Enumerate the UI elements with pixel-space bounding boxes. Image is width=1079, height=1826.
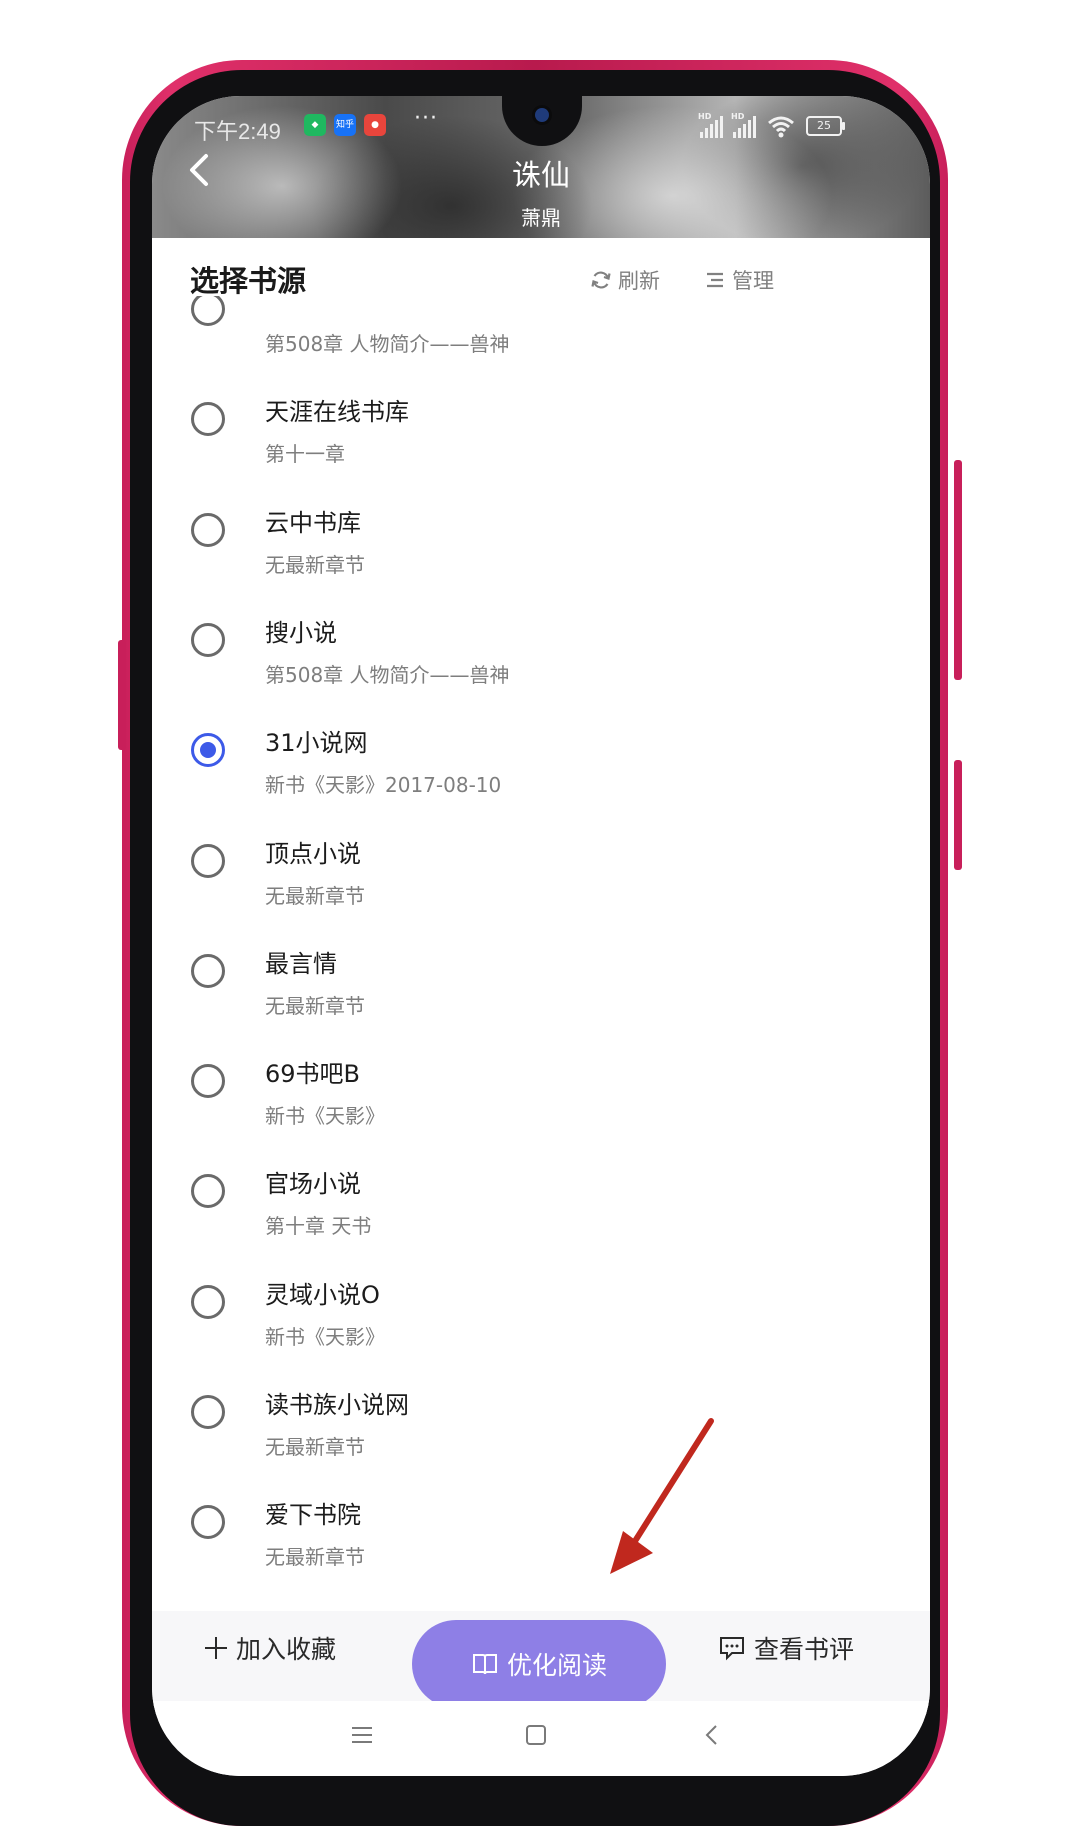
radio-unselected[interactable] — [191, 843, 225, 878]
source-name: 爱下书院 — [265, 1501, 361, 1530]
source-row[interactable]: 爱下书院 无最新章节 — [152, 1447, 930, 1569]
source-name: 读书族小说网 — [265, 1391, 409, 1419]
system-nav-bar — [152, 1701, 930, 1776]
nav-back-icon[interactable] — [700, 1723, 724, 1747]
source-latest-chapter: 无最新章节 — [265, 1545, 365, 1570]
signal-icon: HD — [731, 112, 756, 138]
source-list: 第508章 人物简介——兽神 天涯在线书库 第十一章 云中书库 无最新章节 搜小说 第508… — [152, 296, 930, 1606]
source-name: 31小说网 — [265, 729, 368, 758]
menu-icon[interactable] — [350, 1723, 374, 1747]
radio-unselected[interactable] — [191, 1284, 225, 1319]
source-name: 69书吧B — [265, 1060, 361, 1089]
radio-unselected[interactable] — [191, 1064, 225, 1099]
source-name: 灵域小说O — [265, 1280, 380, 1309]
book-header: 下午2:49 ◆ 知乎 ● ··· HD HD 25 诛仙 萧鼎 — [152, 96, 930, 238]
radio-unselected[interactable] — [191, 1174, 225, 1209]
refresh-label: 刷新 — [618, 269, 660, 293]
radio-unselected[interactable] — [191, 1395, 225, 1429]
source-row[interactable]: 云中书库 无最新章节 — [152, 455, 930, 577]
source-name: 天涯在线书库 — [265, 398, 409, 427]
source-row[interactable]: 搜小说 第508章 人物简介——兽神 — [152, 565, 930, 687]
manage-button[interactable]: 管理 — [704, 265, 774, 295]
source-row[interactable]: 读书族小说网 无最新章节 — [152, 1337, 930, 1459]
source-row[interactable]: 第508章 人物简介——兽神 — [152, 296, 930, 356]
book-author: 萧鼎 — [521, 206, 561, 230]
plus-icon — [205, 1637, 227, 1659]
optimized-read-label: 优化阅读 — [506, 1651, 607, 1680]
refresh-button[interactable]: 刷新 — [590, 265, 660, 295]
view-reviews-label: 查看书评 — [754, 1635, 855, 1664]
zhihu-app-icon: 知乎 — [334, 114, 356, 136]
red-app-icon: ● — [364, 114, 386, 136]
status-right: HD HD 25 — [698, 110, 845, 138]
panel-title: 选择书源 — [190, 264, 307, 298]
manage-label: 管理 — [732, 269, 774, 293]
radio-selected[interactable] — [191, 733, 225, 768]
wifi-icon — [768, 116, 794, 138]
status-time: 下午2:49 — [194, 119, 281, 144]
add-favorite-button[interactable]: 加入收藏 — [202, 1630, 336, 1666]
source-row[interactable]: 天涯在线书库 第十一章 — [152, 344, 930, 466]
power-button — [954, 760, 962, 870]
source-name: 最言情 — [265, 949, 337, 978]
add-favorite-label: 加入收藏 — [236, 1635, 337, 1664]
source-name: 顶点小说 — [265, 839, 361, 868]
radio-unselected[interactable] — [191, 622, 225, 657]
source-row[interactable]: 31小说网 新书《天影》2017-08-10 — [152, 675, 930, 797]
radio-unselected[interactable] — [191, 402, 225, 437]
refresh-icon — [591, 271, 611, 289]
radio-unselected[interactable] — [191, 512, 225, 547]
source-row[interactable]: 顶点小说 无最新章节 — [152, 786, 930, 908]
more-notifications-icon: ··· — [414, 106, 438, 131]
battery-icon: 25 — [806, 116, 845, 136]
phone-screen: 下午2:49 ◆ 知乎 ● ··· HD HD 25 诛仙 萧鼎 选择书源 刷新… — [152, 96, 930, 1776]
green-shield-icon: ◆ — [304, 114, 326, 136]
signal-icon: HD — [698, 112, 723, 138]
source-row[interactable]: 69书吧B 新书《天影》 — [152, 1006, 930, 1128]
home-icon[interactable] — [524, 1723, 548, 1747]
front-camera — [535, 108, 549, 122]
radio-unselected[interactable] — [191, 953, 225, 988]
source-row[interactable]: 灵域小说O 新书《天影》 — [152, 1227, 930, 1349]
source-name: 官场小说 — [265, 1170, 361, 1199]
source-name: 搜小说 — [265, 618, 337, 647]
side-button — [954, 460, 962, 680]
comment-icon — [720, 1637, 744, 1661]
source-name: 云中书库 — [265, 508, 361, 537]
optimized-read-button[interactable]: 优化阅读 — [412, 1620, 666, 1708]
list-icon — [707, 272, 723, 288]
radio-unselected[interactable] — [191, 296, 225, 326]
book-icon — [472, 1654, 497, 1675]
view-reviews-button[interactable]: 查看书评 — [718, 1630, 854, 1666]
volume-button — [118, 640, 126, 750]
source-row[interactable]: 官场小说 第十章 天书 — [152, 1116, 930, 1238]
book-title: 诛仙 — [511, 158, 570, 192]
radio-unselected[interactable] — [191, 1505, 225, 1540]
source-row[interactable]: 最言情 无最新章节 — [152, 896, 930, 1018]
